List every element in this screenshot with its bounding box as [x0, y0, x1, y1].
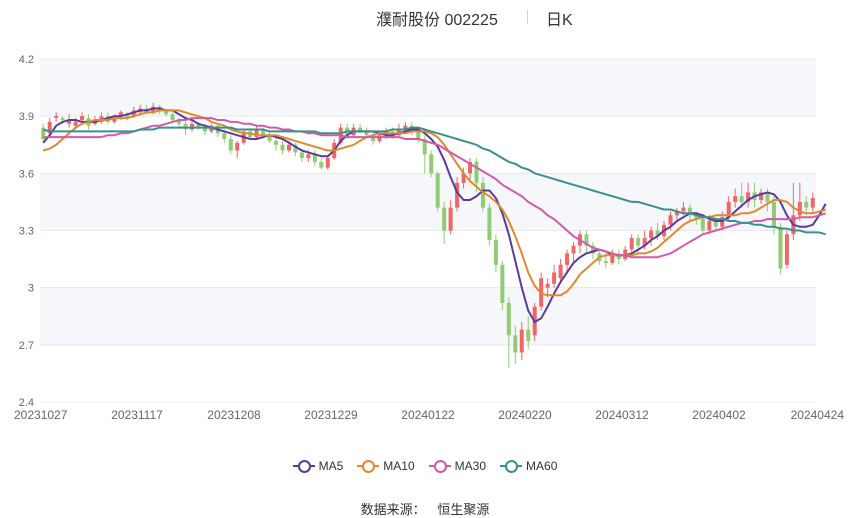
- candle-body: [493, 240, 498, 265]
- candle-body: [235, 142, 240, 151]
- candle-body: [228, 139, 233, 151]
- candle-body: [771, 201, 776, 227]
- candle-body: [629, 238, 634, 250]
- period-label: 日K: [546, 12, 573, 29]
- y-tick-label: 3: [28, 283, 34, 295]
- legend-item-ma30[interactable]: MA30: [428, 459, 487, 473]
- candle-body: [480, 182, 485, 208]
- x-tick-label: 20231229: [304, 408, 358, 422]
- legend-swatch-icon: [292, 459, 315, 473]
- candle-body: [526, 329, 531, 342]
- legend-swatch-icon: [428, 459, 451, 473]
- legend-item-ma5[interactable]: MA5: [292, 459, 344, 473]
- candle-body: [668, 215, 673, 225]
- title-separator: [527, 10, 528, 24]
- legend-label: MA5: [318, 459, 344, 473]
- candle-body: [519, 329, 524, 353]
- candle-body: [286, 144, 291, 151]
- candle-body: [513, 335, 518, 353]
- candle-body: [778, 226, 783, 269]
- candle-body: [681, 207, 686, 212]
- legend-item-ma60[interactable]: MA60: [500, 459, 557, 473]
- candle-body: [222, 133, 227, 140]
- legend-label: MA10: [383, 459, 415, 473]
- candle-body: [448, 207, 453, 231]
- x-tick-label: 20231027: [14, 408, 68, 422]
- candle-body: [500, 264, 505, 303]
- legend-swatch-ring: [297, 460, 311, 473]
- chart-legend: MA5 MA10 MA30 MA60: [0, 459, 850, 473]
- chart-title: 濮耐股份 002225: [376, 12, 498, 29]
- legend-swatch-icon: [500, 459, 523, 473]
- candle-body: [319, 161, 324, 168]
- candle-body: [545, 283, 550, 288]
- candle-body: [80, 116, 85, 120]
- y-tick-label: 3.6: [19, 168, 34, 180]
- kline-chart: 4.23.93.63.332.72.420231027 20231117 20231…: [14, 54, 845, 422]
- candle-body: [810, 198, 815, 208]
- candle-body: [170, 114, 175, 120]
- candle-body: [733, 196, 738, 202]
- candle-body: [306, 154, 311, 159]
- candle-body: [707, 220, 712, 231]
- candle-body: [797, 201, 802, 216]
- candle-body: [487, 207, 492, 241]
- candle-body: [325, 158, 330, 168]
- legend-item-ma10[interactable]: MA10: [357, 459, 415, 473]
- candle-body: [280, 144, 285, 151]
- candle-body: [429, 154, 434, 174]
- candle-body: [784, 234, 789, 265]
- candle-body: [442, 207, 447, 231]
- candle-body: [571, 245, 576, 254]
- candle-body: [416, 131, 421, 140]
- candle-body: [636, 238, 641, 246]
- y-tick-label: 3.3: [19, 226, 34, 238]
- x-tick-label: 20240424: [791, 408, 845, 422]
- candle-body: [700, 219, 705, 231]
- candle-body: [603, 260, 608, 263]
- candle-body: [435, 173, 440, 208]
- source-value: 恒生聚源: [437, 502, 490, 517]
- legend-label: MA30: [454, 459, 487, 473]
- grid-band: [40, 287, 816, 345]
- candle-body: [739, 196, 744, 202]
- x-tick-label: 20231208: [207, 408, 261, 422]
- candle-body: [552, 272, 557, 284]
- candle-body: [54, 116, 59, 119]
- candle-body: [73, 121, 78, 126]
- candle-body: [506, 302, 511, 336]
- x-tick-label: 20240220: [498, 408, 552, 422]
- y-tick-label: 4.2: [19, 54, 34, 66]
- source-label: 数据来源：: [360, 502, 426, 517]
- legend-label: MA60: [526, 459, 558, 473]
- legend-swatch-icon: [357, 459, 380, 473]
- candle-body: [60, 118, 65, 120]
- x-tick-label: 20231117: [111, 408, 163, 422]
- chart-header: 濮耐股份 002225 日K: [0, 6, 850, 29]
- data-source: 数据来源： 恒生聚源: [0, 499, 850, 518]
- candle-body: [804, 201, 809, 208]
- candle-body: [274, 140, 279, 145]
- candle-body: [474, 161, 479, 183]
- x-tick-label: 20240402: [692, 408, 746, 422]
- candle-body: [299, 152, 304, 159]
- y-tick-label: 2.7: [19, 340, 34, 352]
- candle-body: [558, 264, 563, 279]
- legend-swatch-ring: [433, 460, 447, 473]
- y-tick-label: 3.9: [19, 111, 34, 123]
- candle-body: [649, 230, 654, 239]
- x-tick-label: 20240122: [401, 408, 455, 422]
- legend-swatch-ring: [505, 460, 519, 473]
- x-tick-label: 20240312: [595, 408, 649, 422]
- grid-band: [40, 173, 816, 231]
- legend-swatch-ring: [362, 460, 376, 473]
- candle-body: [565, 253, 570, 265]
